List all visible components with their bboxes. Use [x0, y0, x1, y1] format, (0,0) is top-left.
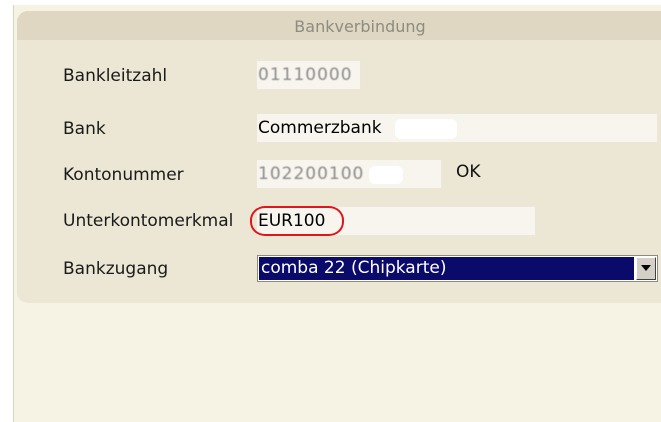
bankleitzahl-field[interactable]: 01110000 — [256, 60, 361, 90]
kontonummer-field[interactable]: 102200100 — [256, 159, 442, 189]
bank-value: Commerzbank — [258, 118, 382, 138]
kontonummer-label: Kontonummer — [63, 165, 184, 185]
unterkonto-label: Unterkontomerkmal — [63, 211, 234, 231]
redaction-mark — [395, 119, 457, 139]
kontonummer-value: 102200100 — [258, 164, 365, 184]
kontonummer-status: OK — [456, 162, 481, 182]
bankleitzahl-value: 01110000 — [258, 65, 353, 85]
bankzugang-label: Bankzugang — [63, 259, 169, 279]
bank-label: Bank — [63, 119, 106, 139]
chevron-down-icon — [641, 265, 651, 271]
bankleitzahl-label: Bankleitzahl — [63, 66, 168, 86]
dropdown-button[interactable] — [636, 257, 656, 280]
bank-field[interactable]: Commerzbank — [256, 113, 658, 143]
bankzugang-selected-value: comba 22 (Chipkarte) — [259, 257, 634, 280]
redaction-mark — [369, 166, 403, 184]
panel-title: Bankverbindung — [294, 17, 426, 36]
unterkonto-value: EUR100 — [258, 211, 326, 231]
bankzugang-select[interactable]: comba 22 (Chipkarte) — [257, 255, 658, 282]
